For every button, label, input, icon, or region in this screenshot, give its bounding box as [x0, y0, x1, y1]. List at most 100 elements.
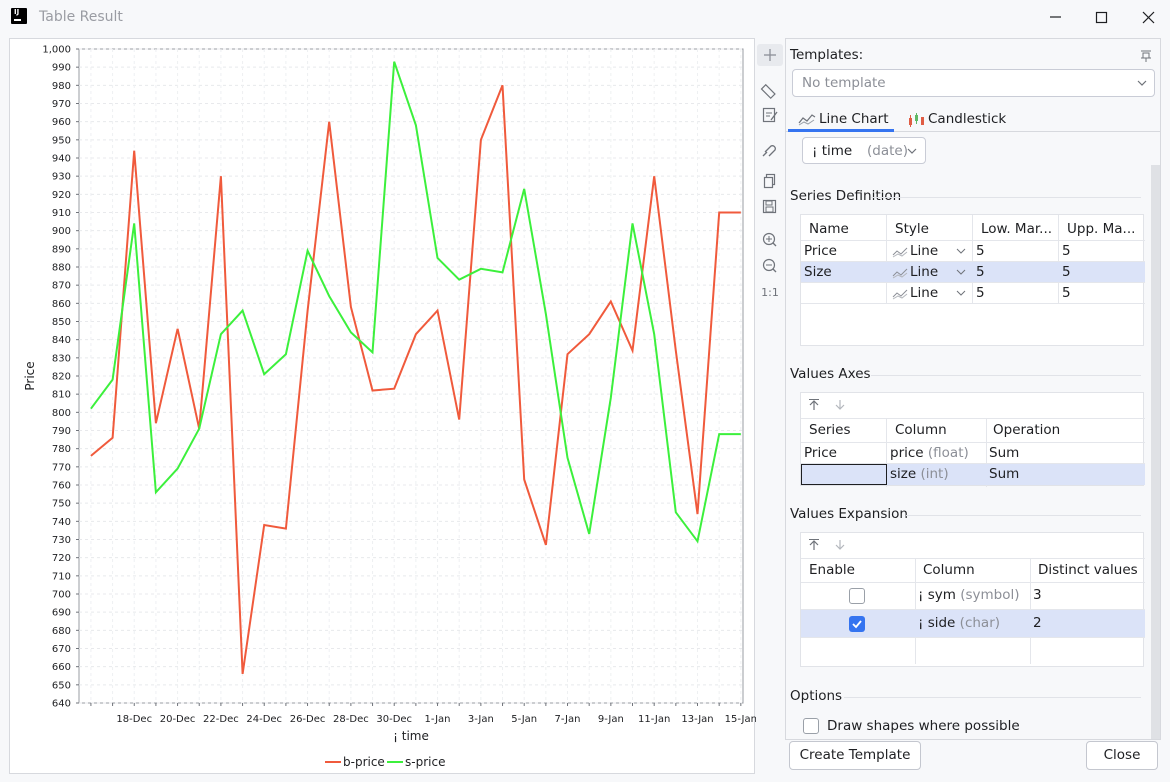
template-select[interactable]: No template — [792, 69, 1155, 97]
low-margin-value[interactable]: 5 — [976, 285, 985, 301]
y-tick-label: 990 — [52, 63, 71, 74]
chevron-down-icon — [956, 290, 966, 296]
add-button[interactable] — [757, 44, 783, 66]
col-header-operation[interactable]: Operation — [993, 422, 1060, 438]
values-axis-series[interactable]: Price — [804, 445, 837, 461]
move-up-icon[interactable] — [807, 398, 821, 412]
y-tick-label: 820 — [52, 372, 71, 383]
col-header-low-margin[interactable]: Low. Mar... — [981, 221, 1052, 237]
zoom-out-icon — [762, 258, 777, 273]
style-select[interactable]: Line — [890, 263, 970, 282]
values-axis-column[interactable]: size (int) — [890, 466, 949, 482]
chart-pane[interactable]: 640 650 660 670 680 690 700 710 720 730 740 750 760 7… — [9, 38, 756, 775]
maximize-button[interactable] — [1087, 5, 1115, 29]
maximize-icon — [1095, 11, 1108, 24]
col-header-name[interactable]: Name — [809, 221, 849, 237]
zoom-in-button[interactable] — [757, 229, 783, 251]
y-tick-label: 870 — [52, 281, 71, 292]
upp-margin-value[interactable]: 5 — [1062, 243, 1071, 259]
magnet-button[interactable] — [757, 138, 783, 160]
checkmark-icon — [852, 620, 862, 629]
x-tick-label: 30-Dec — [376, 714, 412, 725]
series-name[interactable]: Price — [804, 243, 837, 259]
close-window-button[interactable] — [1134, 5, 1162, 29]
style-select[interactable]: Line — [890, 242, 970, 261]
options-title: Options — [790, 688, 843, 704]
minimize-button[interactable] — [1041, 5, 1069, 29]
distinct-values: 3 — [1033, 587, 1042, 603]
values-axis-column[interactable]: price (float) — [890, 445, 969, 461]
y-tick-label: 910 — [52, 208, 71, 219]
y-tick-label: 640 — [52, 699, 71, 710]
copy-button[interactable] — [757, 170, 783, 192]
style-select[interactable]: Line — [890, 284, 970, 303]
templates-label: Templates: — [790, 47, 864, 63]
move-up-icon[interactable] — [807, 538, 821, 552]
series-cell-editing[interactable] — [801, 464, 887, 485]
chevron-down-icon — [956, 269, 966, 275]
y-tick-label: 680 — [52, 626, 71, 637]
x-tick-label: 7-Jan — [555, 714, 581, 725]
upp-margin-value[interactable]: 5 — [1062, 285, 1071, 301]
close-button[interactable]: Close — [1086, 741, 1158, 770]
line-chart[interactable]: 640 650 660 670 680 690 700 710 720 730 740 750 760 7… — [10, 39, 756, 775]
y-tick-label: 960 — [52, 117, 71, 128]
enable-checkbox-checked[interactable] — [849, 616, 865, 632]
expansion-column[interactable]: ¡ sym (symbol) — [918, 587, 1019, 603]
y-tick-label: 740 — [52, 517, 71, 528]
y-axis-label: Price — [23, 361, 37, 390]
x-tick-label: 24-Dec — [246, 714, 282, 725]
values-axes-title: Values Axes — [790, 366, 871, 382]
template-select-placeholder: No template — [802, 75, 886, 91]
move-down-icon[interactable] — [833, 398, 847, 412]
tab-candlestick-label: Candlestick — [928, 111, 1007, 127]
style-value: Line — [910, 285, 939, 301]
y-tick-label: 940 — [52, 154, 71, 165]
tab-candlestick[interactable]: Candlestick — [904, 107, 1014, 132]
enable-checkbox[interactable] — [849, 588, 865, 604]
app-logo-icon — [11, 8, 27, 24]
tab-line-chart[interactable]: Line Chart — [788, 107, 894, 132]
low-margin-value[interactable]: 5 — [976, 243, 985, 259]
create-template-button[interactable]: Create Template — [789, 741, 921, 770]
values-axis-operation[interactable]: Sum — [989, 466, 1019, 482]
col-header-distinct-values[interactable]: Distinct values — [1038, 562, 1138, 578]
col-header-style[interactable]: Style — [895, 221, 929, 237]
chart-settings-panel: Templates: No template Line Chart Candle… — [785, 38, 1161, 740]
close-icon — [1142, 11, 1155, 24]
col-header-column[interactable]: Column — [923, 562, 975, 578]
move-down-icon[interactable] — [833, 538, 847, 552]
settings-scrollbar[interactable] — [1151, 165, 1160, 739]
y-tick-label: 840 — [52, 335, 71, 346]
line-style-icon — [892, 247, 908, 258]
zoom-out-button[interactable] — [757, 255, 783, 277]
chevron-down-icon — [907, 148, 917, 154]
values-axis-operation[interactable]: Sum — [989, 445, 1019, 461]
x-tick-label: 20-Dec — [160, 714, 196, 725]
edit-icon — [762, 107, 778, 123]
pin-icon[interactable] — [1138, 48, 1154, 64]
edit-button[interactable] — [757, 104, 783, 126]
y-tick-label: 980 — [52, 81, 71, 92]
low-margin-value[interactable]: 5 — [976, 264, 985, 280]
y-tick-label: 750 — [52, 499, 71, 510]
draw-shapes-label[interactable]: Draw shapes where possible — [827, 718, 1020, 734]
actual-size-button[interactable]: 1:1 — [757, 282, 783, 304]
x-tick-label: 28-Dec — [333, 714, 369, 725]
expansion-column[interactable]: ¡ side (char) — [918, 615, 1000, 631]
x-axis-column-select[interactable]: ¡ time (date) — [802, 137, 926, 164]
ruler-button[interactable] — [757, 78, 783, 100]
save-button[interactable] — [757, 196, 783, 218]
col-header-enable[interactable]: Enable — [809, 562, 855, 578]
x-axis-label: ¡ time — [393, 729, 429, 743]
draw-shapes-checkbox[interactable] — [803, 718, 819, 734]
distinct-values: 2 — [1033, 615, 1042, 631]
column-name: size — [890, 466, 917, 482]
series-name[interactable]: Size — [804, 264, 832, 280]
x-tick-label: 5-Jan — [511, 714, 537, 725]
upp-margin-value[interactable]: 5 — [1062, 264, 1071, 280]
col-header-upp-margin[interactable]: Upp. Ma... — [1067, 221, 1135, 237]
col-header-series[interactable]: Series — [809, 422, 851, 438]
col-header-column[interactable]: Column — [895, 422, 947, 438]
values-expansion-table: Enable Column Distinct values ¡ sym (sym… — [800, 532, 1145, 667]
